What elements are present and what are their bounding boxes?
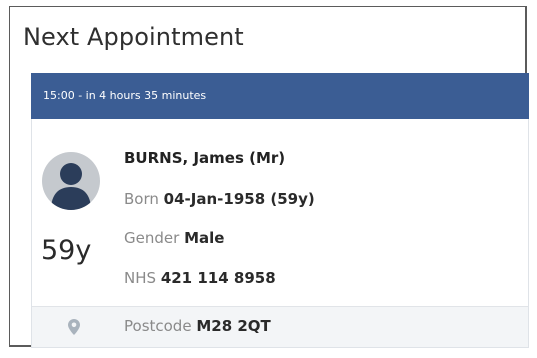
panel-title: Next Appointment — [23, 23, 244, 51]
gender-value: Male — [184, 229, 225, 247]
next-appointment-panel: Next Appointment 15:00 - in 4 hours 35 m… — [9, 6, 529, 348]
nhs-value: 421 114 8958 — [160, 269, 276, 287]
patient-name: BURNS, James (Mr) — [124, 149, 286, 167]
map-pin-icon — [68, 319, 80, 339]
appointment-card[interactable]: 15:00 - in 4 hours 35 minutes 59y BURNS,… — [31, 73, 529, 348]
nhs-label: NHS — [124, 269, 157, 287]
nhs-row: NHS 421 114 8958 — [124, 269, 276, 287]
appointment-time-text: 15:00 - in 4 hours 35 minutes — [43, 89, 207, 102]
born-row: Born 04-Jan-1958 (59y) — [124, 190, 315, 208]
address-footer: Postcode M28 2QT — [32, 306, 528, 347]
postcode-row: Postcode M28 2QT — [124, 317, 271, 335]
postcode-label: Postcode — [124, 317, 192, 335]
appointment-time-header: 15:00 - in 4 hours 35 minutes — [31, 73, 529, 119]
gender-row: Gender Male — [124, 229, 224, 247]
postcode-value: M28 2QT — [196, 317, 271, 335]
gender-label: Gender — [124, 229, 180, 247]
patient-age: 59y — [41, 235, 92, 266]
born-label: Born — [124, 190, 159, 208]
person-silhouette-icon — [42, 152, 100, 210]
born-value: 04-Jan-1958 (59y) — [163, 190, 315, 208]
